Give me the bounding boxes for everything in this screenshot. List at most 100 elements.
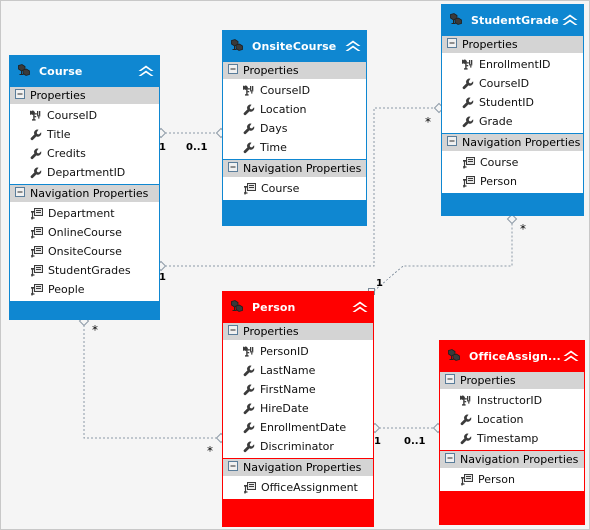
navigation-property-icon [462, 156, 475, 169]
property-row[interactable]: InstructorID [440, 391, 584, 410]
properties-section-header-course[interactable]: Properties [10, 87, 159, 105]
entity-title-studentgrade: StudentGrade [471, 13, 559, 27]
double-chevron-up-icon [138, 65, 154, 77]
entity-footer-studentgrade [442, 194, 583, 203]
property-row[interactable]: Time [223, 138, 366, 157]
navigation-properties-expander-onsitecourse[interactable] [228, 162, 238, 175]
property-row[interactable]: LastName [223, 361, 373, 380]
property-row[interactable]: Grade [442, 112, 583, 131]
navigation-properties-section-header-studentgrade[interactable]: Navigation Properties [442, 134, 583, 152]
multiplicity-label-person-officeassignment-to: 0..1 [404, 436, 426, 447]
property-label: Location [260, 103, 307, 116]
property-row[interactable]: Credits [10, 144, 159, 163]
navigation-properties-list-studentgrade: Course Person [442, 152, 583, 193]
navigation-property-label: People [48, 283, 85, 296]
navigation-properties-section-header-officeassignment[interactable]: Navigation Properties [440, 451, 584, 469]
collapse-button-person[interactable] [352, 298, 368, 317]
entity-body-person: Properties PersonID LastName FirstName HireD… [223, 322, 373, 500]
properties-expander-studentgrade[interactable] [447, 38, 457, 51]
property-row[interactable]: DepartmentID [10, 163, 159, 182]
navigation-property-row[interactable]: Department [10, 204, 159, 223]
collapse-button-course[interactable] [138, 62, 154, 81]
navigation-properties-section-header-onsitecourse[interactable]: Navigation Properties [223, 160, 366, 178]
entity-icon-icon [16, 64, 32, 78]
navigation-properties-section-label: Navigation Properties [243, 461, 362, 474]
property-row[interactable]: CourseID [10, 106, 159, 125]
entity-header-onsitecourse[interactable]: OnsiteCourse [223, 31, 366, 61]
minus-box-expander-icon [228, 325, 238, 335]
properties-expander-person[interactable] [228, 325, 238, 338]
entity-box-studentgrade[interactable]: StudentGrade Properties EnrollmentID Course… [441, 4, 584, 216]
navigation-property-row[interactable]: OnsiteCourse [10, 242, 159, 261]
properties-list-studentgrade: EnrollmentID CourseID StudentID Grade [442, 54, 583, 133]
property-row[interactable]: FirstName [223, 380, 373, 399]
navigation-properties-expander-person[interactable] [228, 461, 238, 474]
collapse-button-studentgrade[interactable] [562, 11, 578, 30]
property-label: InstructorID [477, 394, 543, 407]
property-row[interactable]: Timestamp [440, 429, 584, 448]
property-row[interactable]: Discriminator [223, 437, 373, 456]
property-label: Time [260, 141, 287, 154]
properties-expander-course[interactable] [15, 89, 25, 102]
property-row[interactable]: Title [10, 125, 159, 144]
navigation-property-row[interactable]: StudentGrades [10, 261, 159, 280]
wrench-scalar-property-icon [243, 422, 255, 434]
navigation-property-row[interactable]: Course [223, 179, 366, 198]
multiplicity-label-course-studentgrade-to: * [425, 115, 431, 129]
navigation-property-row[interactable]: Person [442, 172, 583, 191]
wrench-scalar-property-icon [243, 403, 255, 415]
navigation-properties-list-person: OfficeAssignment [223, 477, 373, 499]
properties-section-header-onsitecourse[interactable]: Properties [223, 62, 366, 80]
property-row[interactable]: CourseID [223, 81, 366, 100]
navigation-property-row[interactable]: Course [442, 153, 583, 172]
entity-box-onsitecourse[interactable]: OnsiteCourse Properties CourseID Location Da… [222, 30, 367, 226]
navigation-properties-section-label: Navigation Properties [462, 136, 581, 149]
collapse-button-officeassignment[interactable] [563, 347, 579, 366]
property-label: Days [260, 122, 288, 135]
navigation-properties-section-header-person[interactable]: Navigation Properties [223, 459, 373, 477]
entity-box-officeassignment[interactable]: OfficeAssign... Properties InstructorID Loc… [439, 340, 585, 525]
properties-section-header-officeassignment[interactable]: Properties [440, 372, 584, 390]
property-row[interactable]: Days [223, 119, 366, 138]
properties-expander-officeassignment[interactable] [445, 374, 455, 387]
wrench-scalar-property-icon [243, 384, 255, 396]
property-row[interactable]: Location [223, 100, 366, 119]
navigation-properties-expander-course[interactable] [15, 187, 25, 200]
entity-header-course[interactable]: Course [10, 56, 159, 86]
navigation-property-row[interactable]: OfficeAssignment [223, 478, 373, 497]
property-row[interactable]: EnrollmentID [442, 55, 583, 74]
navigation-property-icon [30, 283, 43, 296]
navigation-properties-section-header-course[interactable]: Navigation Properties [10, 185, 159, 203]
property-row[interactable]: CourseID [442, 74, 583, 93]
properties-section-header-person[interactable]: Properties [223, 323, 373, 341]
properties-section-header-studentgrade[interactable]: Properties [442, 36, 583, 54]
entity-header-studentgrade[interactable]: StudentGrade [442, 5, 583, 35]
property-row[interactable]: Location [440, 410, 584, 429]
property-row[interactable]: StudentID [442, 93, 583, 112]
property-row[interactable]: PersonID [223, 342, 373, 361]
entity-designer-canvas[interactable]: 1 0..1 1 * 1 * * * 1 0..1 Course Properties CourseI… [0, 0, 590, 530]
navigation-property-row[interactable]: OnlineCourse [10, 223, 159, 242]
entity-box-person[interactable]: Person Properties PersonID LastName FirstNam… [222, 291, 374, 527]
navigation-properties-expander-officeassignment[interactable] [445, 453, 455, 466]
navigation-properties-section-label: Navigation Properties [243, 162, 362, 175]
properties-section-label: Properties [243, 64, 299, 77]
properties-expander-onsitecourse[interactable] [228, 64, 238, 77]
entity-footer-person [223, 500, 373, 509]
navigation-property-icon [30, 264, 43, 277]
property-row[interactable]: EnrollmentDate [223, 418, 373, 437]
entity-box-course[interactable]: Course Properties CourseID Title Credits Depa… [9, 55, 160, 320]
entity-header-person[interactable]: Person [223, 292, 373, 322]
collapse-button-onsitecourse[interactable] [345, 37, 361, 56]
multiplicity-label-course-studentgrade-from: 1 [159, 272, 166, 283]
entity-header-officeassignment[interactable]: OfficeAssign... [440, 341, 584, 371]
minus-box-expander-icon [228, 461, 238, 471]
navigation-properties-expander-studentgrade[interactable] [447, 136, 457, 149]
association-line-course-person[interactable] [83, 321, 221, 439]
association-line-person-studentgrade[interactable] [373, 219, 513, 292]
entity-icon-icon [229, 39, 245, 53]
navigation-property-row[interactable]: Person [440, 470, 584, 489]
navigation-property-row[interactable]: People [10, 280, 159, 299]
property-row[interactable]: HireDate [223, 399, 373, 418]
entity-footer-onsitecourse [223, 201, 366, 210]
